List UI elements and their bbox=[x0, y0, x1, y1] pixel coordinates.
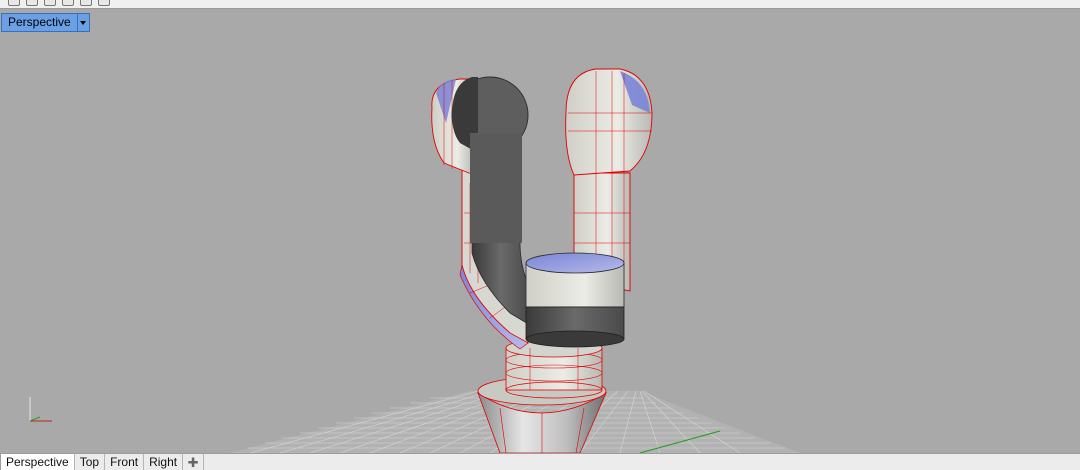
viewport-menu-dropdown-icon[interactable] bbox=[77, 13, 90, 32]
plus-icon[interactable]: ✚ bbox=[183, 454, 205, 470]
toolbar-icon[interactable] bbox=[8, 0, 20, 6]
viewport-title-label[interactable]: Perspective bbox=[1, 13, 78, 32]
axis-indicator-icon bbox=[29, 397, 52, 422]
viewport-tabs: Perspective Top Front Right ✚ bbox=[0, 453, 1080, 470]
3d-scene[interactable] bbox=[0, 13, 1080, 453]
toolbar-icon[interactable] bbox=[44, 0, 56, 6]
toolbar-icon[interactable] bbox=[62, 0, 74, 6]
viewport-title[interactable]: Perspective bbox=[1, 13, 90, 32]
toolbar-icon[interactable] bbox=[26, 0, 38, 6]
rhino-app: Perspective Perspective Top Front Right … bbox=[0, 0, 1080, 470]
tab-front[interactable]: Front bbox=[105, 454, 145, 470]
toolbar-icon[interactable] bbox=[80, 0, 92, 6]
perspective-viewport[interactable]: Perspective bbox=[0, 13, 1080, 453]
tab-perspective[interactable]: Perspective bbox=[0, 454, 75, 470]
tab-right[interactable]: Right bbox=[144, 454, 184, 470]
tab-top[interactable]: Top bbox=[75, 454, 106, 470]
turntable-disk bbox=[525, 252, 625, 348]
toolbar-icon[interactable] bbox=[98, 0, 110, 6]
toolbar-strip bbox=[0, 0, 1080, 9]
